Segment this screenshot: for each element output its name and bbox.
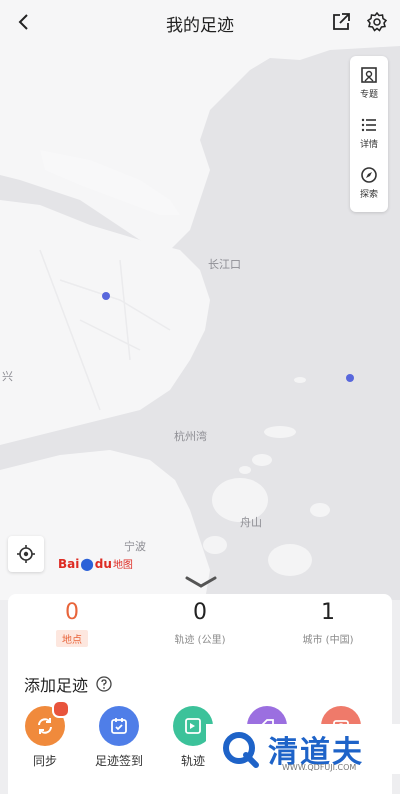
explore-label: 探索 <box>359 190 378 200</box>
map-view[interactable]: 长江口 杭州湾 宁波 舟山 兴 <box>0 0 400 600</box>
share-icon <box>333 13 350 30</box>
map-provider-logo: Bai ⬤ du 地图 <box>58 556 133 572</box>
details-label: 详情 <box>359 140 378 150</box>
chevron-left-icon <box>18 14 28 30</box>
checkin-label: 足迹签到 <box>94 754 143 768</box>
checkin-icon <box>111 718 127 734</box>
track-label: 轨迹 <box>180 754 205 768</box>
chevron-down-icon[interactable] <box>184 574 218 590</box>
topic-label: 专题 <box>359 90 378 100</box>
stat-tracks-label: 轨迹 (公里) <box>174 635 226 646</box>
stats-row: 0 地点 0 轨迹 (公里) 1 城市 (中国) <box>8 600 392 650</box>
list-icon <box>361 118 376 132</box>
map-label-zhoushan: 舟山 <box>240 516 262 529</box>
explore-icon <box>361 167 377 183</box>
sync-action[interactable]: 同步 <box>8 700 82 769</box>
stat-cities-label: 城市 (中国) <box>302 635 354 646</box>
stat-cities[interactable]: 1 城市 (中国) <box>264 600 392 650</box>
top-bar: 我的足迹 <box>0 0 400 46</box>
paw-icon: ⬤ <box>80 556 94 571</box>
stat-cities-value: 1 <box>321 600 335 625</box>
checkin-action[interactable]: 足迹签到 <box>82 706 156 769</box>
map-canvas <box>0 0 400 600</box>
watermark: 清道夫 WWW.QDFUJI.COM <box>206 724 400 774</box>
map-label-ningbo: 宁波 <box>124 540 146 553</box>
map-label-xing: 兴 <box>2 370 13 383</box>
checkin-action-circle <box>99 706 139 746</box>
map-label-changjiangkou: 长江口 <box>208 258 241 271</box>
back-button[interactable] <box>10 8 38 36</box>
gear-icon <box>367 12 387 32</box>
stat-places-label: 地点 <box>56 630 88 647</box>
sync-label: 同步 <box>32 754 57 768</box>
explore-button[interactable]: 探索 <box>350 162 388 212</box>
settings-button[interactable] <box>364 9 390 35</box>
help-icon[interactable] <box>96 676 112 692</box>
locate-button[interactable] <box>8 536 44 572</box>
share-button[interactable] <box>328 9 354 35</box>
map-tools-panel: 专题 详情 探索 <box>350 56 388 212</box>
stat-places[interactable]: 0 地点 <box>8 600 136 650</box>
logo-map-text: 地图 <box>112 560 133 571</box>
map-label-hangzhouwan: 杭州湾 <box>174 430 207 443</box>
add-footprint-title: 添加足迹 <box>24 676 89 695</box>
logo-bai: Bai <box>58 556 80 571</box>
track-icon <box>185 718 201 734</box>
watermark-url: WWW.QDFUJI.COM <box>282 763 357 772</box>
stat-tracks[interactable]: 0 轨迹 (公里) <box>136 600 264 650</box>
watermark-logo-icon <box>223 732 259 768</box>
page-title: 我的足迹 <box>166 15 234 36</box>
sync-icon <box>38 718 52 734</box>
stat-tracks-value: 0 <box>193 600 207 625</box>
details-button[interactable]: 详情 <box>350 112 388 162</box>
topic-button[interactable]: 专题 <box>350 62 388 112</box>
topic-icon <box>361 67 377 83</box>
logo-du: du <box>94 556 112 571</box>
sync-badge <box>52 700 70 718</box>
stat-places-value: 0 <box>65 600 79 625</box>
add-footprint-heading: 添加足迹 <box>24 672 112 696</box>
locate-icon <box>17 545 35 563</box>
